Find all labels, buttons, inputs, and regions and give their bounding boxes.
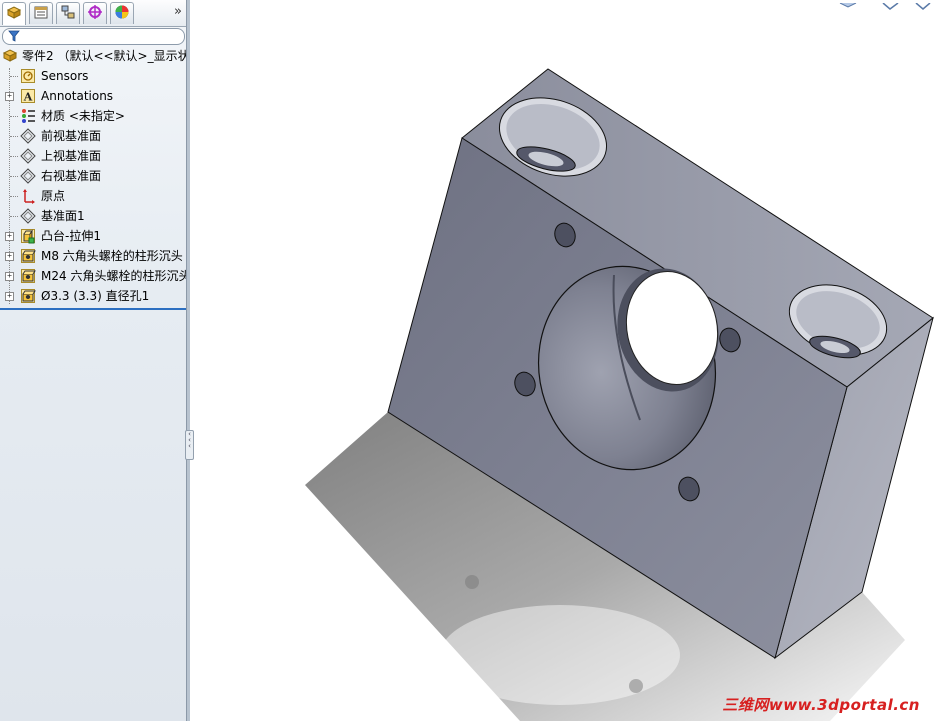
tree-item-m8-counterbore[interactable]: + M8 六角头螺栓的柱形沉头 (0, 246, 186, 266)
tree-item-label: 基准面1 (41, 209, 85, 223)
expand-toggle[interactable]: + (5, 92, 14, 101)
view-orientation-icon (839, 2, 931, 10)
tree-branch (10, 116, 18, 117)
plane-icon (20, 148, 36, 164)
dimxpert-tab[interactable] (83, 2, 107, 24)
propertymanager-tab[interactable] (29, 2, 53, 24)
tree-item-label: 原点 (41, 189, 66, 203)
tree-item-label: 右视基准面 (41, 169, 102, 183)
expand-toggle[interactable]: + (5, 272, 14, 281)
tree-item-label: 凸台-拉伸1 (41, 229, 101, 243)
tree-item-label: M8 六角头螺栓的柱形沉头 (41, 249, 183, 263)
tree-item-sensors[interactable]: Sensors (0, 66, 186, 86)
configurationmanager-tab[interactable] (56, 2, 80, 24)
expand-toggle[interactable]: + (5, 292, 14, 301)
tree-item-label: M24 六角头螺栓的柱形沉头 (41, 269, 186, 283)
feature-tree: 零件2 （默认<<默认>_显示状态 Sensors + A Annotation… (0, 46, 186, 306)
tree-item-label: Annotations (41, 89, 114, 103)
dimxpert-icon (87, 4, 103, 23)
feature-filter-input[interactable] (2, 28, 185, 45)
tree-item-label: Ø3.3 (3.3) 直径孔1 (41, 289, 150, 303)
tree-branch (10, 156, 18, 157)
svg-text:A: A (23, 91, 33, 104)
tree-item-label: 材质 <未指定> (41, 109, 125, 123)
tree-root-part[interactable]: 零件2 （默认<<默认>_显示状态 (0, 46, 186, 66)
rollback-bar[interactable] (0, 308, 186, 310)
expand-toggle[interactable]: + (5, 252, 14, 261)
tree-item-annotations[interactable]: + A Annotations (0, 86, 186, 106)
origin-icon (20, 188, 36, 204)
tree-item-boss-extrude1[interactable]: + 凸台-拉伸1 (0, 226, 186, 246)
tree-item-plane1[interactable]: 基准面1 (0, 206, 186, 226)
more-tabs-button[interactable]: » (174, 4, 182, 19)
tree-item-material[interactable]: 材质 <未指定> (0, 106, 186, 126)
tree-item-m24-counterbore[interactable]: + M24 六角头螺栓的柱形沉头 (0, 266, 186, 286)
display-manager-tab[interactable] (110, 2, 134, 24)
part-icon (2, 48, 18, 64)
hole-wizard-icon (20, 288, 36, 304)
tree-item-label: 前视基准面 (41, 129, 102, 143)
extrude-icon (20, 228, 36, 244)
tree-branch (10, 76, 18, 77)
appearance-icon (114, 4, 130, 23)
tree-item-top-plane[interactable]: 上视基准面 (0, 146, 186, 166)
tree-item-right-plane[interactable]: 右视基准面 (0, 166, 186, 186)
graphics-viewport[interactable]: 三维网www.3dportal.cn (190, 0, 938, 721)
watermark-text: 三维网www.3dportal.cn (722, 696, 920, 714)
tree-item-front-plane[interactable]: 前视基准面 (0, 126, 186, 146)
feature-manager-panel: » 零件2 （默认<<默认>_显示状态 Sensors + A Annotati… (0, 0, 186, 721)
tree-item-diameter-hole1[interactable]: + Ø3.3 (3.3) 直径孔1 (0, 286, 186, 306)
plane-icon (20, 128, 36, 144)
hole-wizard-icon (20, 268, 36, 284)
tree-item-label: 上视基准面 (41, 149, 102, 163)
tree-branch (10, 216, 18, 217)
expand-toggle[interactable]: + (5, 232, 14, 241)
tree-item-label: Sensors (41, 69, 89, 83)
annotations-icon: A (20, 88, 36, 104)
configuration-icon (60, 4, 76, 23)
tree-branch (10, 196, 18, 197)
featuremanager-tab[interactable] (2, 2, 26, 25)
property-manager-icon (33, 4, 49, 23)
material-icon (20, 108, 36, 124)
view-toolbar-fragment[interactable] (828, 0, 938, 10)
tree-item-origin[interactable]: 原点 (0, 186, 186, 206)
tree-root-label: 零件2 （默认<<默认>_显示状态 (22, 49, 186, 63)
tree-branch (10, 176, 18, 177)
tree-branch (10, 136, 18, 137)
model-render[interactable] (190, 0, 938, 721)
hole-wizard-icon (20, 248, 36, 264)
plane-icon (20, 208, 36, 224)
feature-tree-icon (6, 5, 22, 24)
sensors-icon (20, 68, 36, 84)
plane-icon (20, 168, 36, 184)
panel-tabbar: » (0, 0, 186, 27)
